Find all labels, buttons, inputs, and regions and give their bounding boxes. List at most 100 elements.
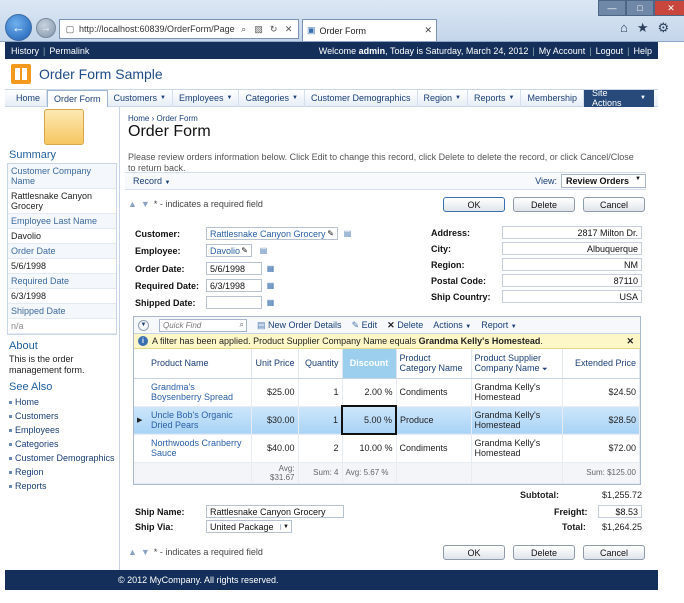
employee-lookup[interactable]: Davolio ✎ — [206, 244, 252, 257]
product-cell[interactable]: Uncle Bob's Organic Dried Pears — [148, 406, 252, 435]
table-row[interactable]: Northwoods Cranberry Sauce $40.00 2 10.0… — [134, 434, 640, 463]
table-row[interactable]: Grandma's Boysenberry Spread $25.00 1 2.… — [134, 378, 640, 407]
ok-button[interactable]: OK — [443, 545, 505, 560]
new-employee-icon[interactable]: ▤ — [258, 245, 269, 256]
close-filter-icon[interactable]: ✕ — [626, 336, 634, 347]
help-link[interactable]: Help — [633, 46, 652, 56]
supplier-cell: Grandma Kelly's Homestead — [471, 378, 563, 407]
col-discount[interactable]: Discount — [342, 349, 397, 379]
search-icon[interactable]: ⌕ — [240, 320, 244, 330]
permalink-link[interactable]: Permalink — [49, 46, 89, 56]
minimize-icon[interactable]: — — [598, 0, 626, 16]
menu-item-order-form[interactable]: Order Form — [47, 89, 108, 107]
gear-icon[interactable]: ⚙ — [658, 20, 670, 36]
main-menu: Home Order Form Customers ▼ Employees ▼ Ca… — [5, 88, 658, 108]
home-icon[interactable]: ⌂ — [620, 20, 628, 36]
see-also-link[interactable]: Home — [5, 395, 119, 409]
prev-record-icon[interactable]: ▲ — [128, 199, 137, 209]
summary-label: Shipped Date — [8, 304, 116, 319]
discount-cell[interactable]: 5.00 % — [341, 405, 397, 435]
col-quantity[interactable]: Quantity — [298, 349, 343, 379]
my-account-link[interactable]: My Account — [539, 46, 586, 56]
col-product-name[interactable]: Product Name — [148, 349, 252, 379]
edit-button[interactable]: ✎ Edit — [352, 320, 378, 331]
forward-button[interactable]: → — [36, 18, 56, 38]
aggregates-row: Avg: $31.67 Sum: 4 Avg: 5.67 % Sum: $125… — [134, 462, 640, 484]
tab-icon: ▣ — [307, 25, 316, 35]
calendar-icon[interactable]: ▦ — [265, 297, 276, 308]
shipped-date-field[interactable] — [206, 296, 262, 309]
new-order-details-button[interactable]: ▤ New Order Details — [257, 320, 342, 331]
summary-box: Customer Company Name Rattlesnake Canyon… — [7, 163, 117, 335]
order-date-label: Order Date: — [135, 264, 185, 274]
see-also-link[interactable]: Employees — [5, 423, 119, 437]
cancel-button[interactable]: Cancel — [583, 545, 645, 560]
quick-find-input[interactable]: Quick Find ⌕ — [159, 318, 247, 332]
product-cell[interactable]: Northwoods Cranberry Sauce — [148, 434, 252, 463]
prev-record-icon[interactable]: ▲ — [128, 547, 137, 557]
address-bar[interactable]: ▢ http://localhost:60839/OrderForm/Page … — [59, 19, 299, 39]
row-selector-icon: ▶ — [134, 406, 148, 435]
browser-tab[interactable]: ▣ Order Form ✕ — [302, 19, 437, 41]
menu-item-reports[interactable]: Reports ▼ — [468, 89, 522, 107]
next-record-icon[interactable]: ▼ — [141, 547, 150, 557]
menu-item-membership[interactable]: Membership — [521, 89, 584, 107]
actions-menu[interactable]: Actions ▼ — [433, 320, 471, 330]
site-actions-button[interactable]: Site Actions ▼ — [584, 88, 654, 108]
grid-delete-button[interactable]: ✕ Delete — [387, 320, 423, 331]
favorites-icon[interactable]: ★ — [637, 20, 649, 36]
record-menu[interactable]: Record ▼ — [133, 176, 170, 186]
ok-button[interactable]: OK — [443, 197, 505, 212]
product-cell[interactable]: Grandma's Boysenberry Spread — [148, 378, 252, 407]
maximize-icon[interactable]: □ — [626, 0, 654, 16]
refresh-icon[interactable]: ↻ — [268, 23, 280, 35]
compat-icon[interactable]: ▧ — [253, 23, 265, 35]
summary-title: Summary — [9, 149, 57, 161]
see-also-link[interactable]: Reports — [5, 479, 119, 493]
see-also-link[interactable]: Categories — [5, 437, 119, 451]
app-logo-icon — [11, 64, 31, 84]
col-product-category[interactable]: Product Category Name — [396, 349, 472, 379]
new-customer-icon[interactable]: ▤ — [342, 228, 353, 239]
customer-lookup[interactable]: Rattlesnake Canyon Grocery ✎ — [206, 227, 338, 240]
menu-item-customers[interactable]: Customers ▼ — [108, 89, 173, 107]
page-description: Please review orders information below. … — [128, 152, 634, 173]
col-unit-price[interactable]: Unit Price — [251, 349, 299, 379]
col-extended-price[interactable]: Extended Price — [562, 349, 640, 379]
ship-name-field[interactable]: Rattlesnake Canyon Grocery — [206, 505, 344, 518]
close-icon[interactable]: ✕ — [654, 0, 684, 16]
category-cell: Produce — [396, 406, 472, 435]
calendar-icon[interactable]: ▦ — [265, 263, 276, 274]
delete-button[interactable]: Delete — [513, 545, 575, 560]
delete-button[interactable]: Delete — [513, 197, 575, 212]
see-also-link[interactable]: Customer Demographics — [5, 451, 119, 465]
back-button[interactable]: ← — [5, 14, 32, 41]
next-record-icon[interactable]: ▼ — [141, 199, 150, 209]
col-supplier[interactable]: Product Supplier Company Name ⏷ — [471, 349, 563, 379]
qty-cell: 1 — [298, 406, 343, 435]
see-also-link[interactable]: Region — [5, 465, 119, 479]
history-link[interactable]: History — [11, 46, 39, 56]
logout-link[interactable]: Logout — [596, 46, 624, 56]
summary-label: Required Date — [8, 274, 116, 289]
menu-item-home[interactable]: Home — [10, 89, 48, 107]
table-row[interactable]: ▶ Uncle Bob's Organic Dried Pears $30.00… — [134, 405, 640, 435]
calendar-icon[interactable]: ▦ — [265, 280, 276, 291]
filter-icon[interactable]: ⏷ — [542, 366, 548, 373]
search-icon[interactable]: ⌕ — [238, 23, 250, 35]
menu-item-region[interactable]: Region ▼ — [418, 89, 468, 107]
stop-icon[interactable]: ✕ — [283, 23, 295, 35]
see-also-link[interactable]: Customers — [5, 409, 119, 423]
required-date-field[interactable]: 6/3/1998 — [206, 279, 262, 292]
breadcrumb-home[interactable]: Home — [128, 114, 149, 123]
tab-close-icon[interactable]: ✕ — [424, 25, 432, 36]
report-menu[interactable]: Report ▼ — [481, 320, 516, 330]
ship-via-select[interactable]: United Package ▼ — [206, 520, 292, 533]
view-select[interactable]: Review Orders ▼ — [561, 174, 646, 188]
menu-item-customer-demographics[interactable]: Customer Demographics — [305, 89, 418, 107]
order-date-field[interactable]: 5/6/1998 — [206, 262, 262, 275]
collapse-icon[interactable]: ▼ — [138, 319, 149, 331]
menu-item-employees[interactable]: Employees ▼ — [173, 89, 240, 107]
menu-item-categories[interactable]: Categories ▼ — [239, 89, 305, 107]
cancel-button[interactable]: Cancel — [583, 197, 645, 212]
